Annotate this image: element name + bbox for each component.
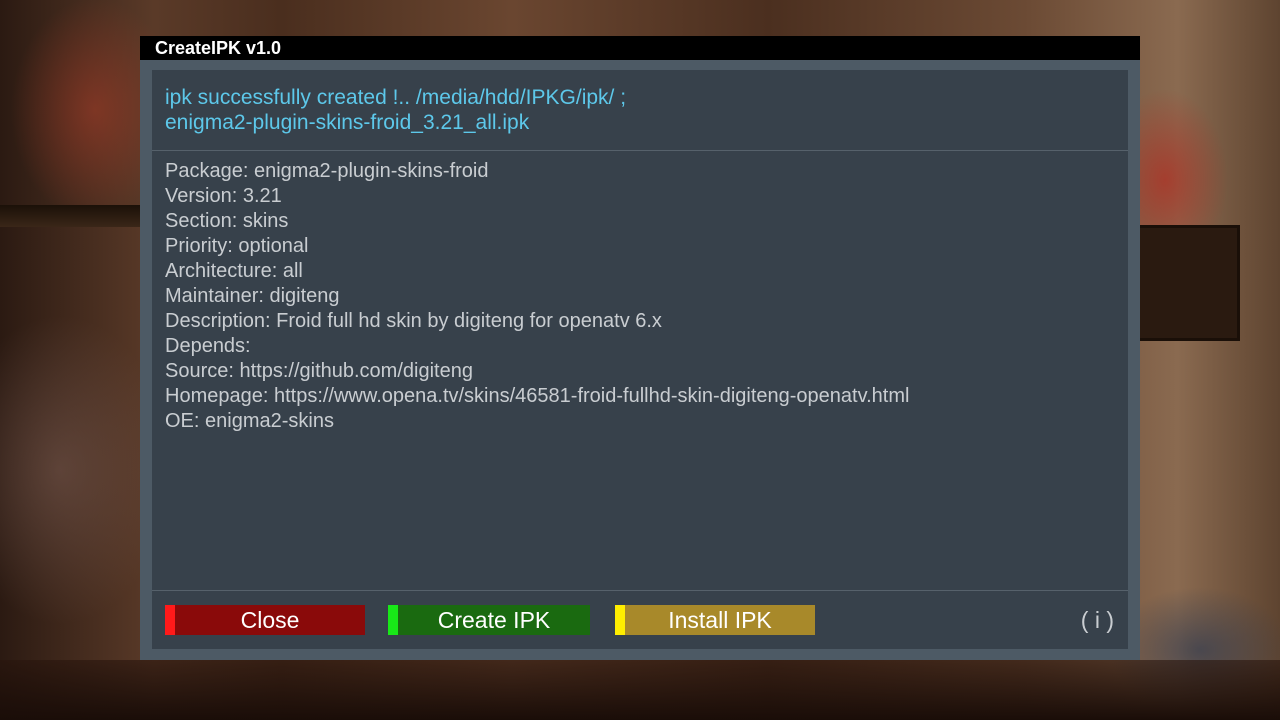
- install-ipk-button-label: Install IPK: [668, 607, 772, 633]
- createipk-window: CreateIPK v1.0 ipk successfully created …: [140, 36, 1140, 660]
- content-panel: ipk successfully created !.. /media/hdd/…: [152, 70, 1128, 649]
- status-message: ipk successfully created !.. /media/hdd/…: [165, 85, 1105, 135]
- green-key-indicator: [388, 605, 398, 635]
- create-ipk-button[interactable]: Create IPK: [388, 605, 590, 635]
- close-button-label: Close: [240, 607, 300, 633]
- info-architecture: Architecture: all: [165, 260, 303, 282]
- background-floor: [0, 660, 1280, 720]
- info-oe: OE: enigma2-skins: [165, 410, 334, 432]
- package-info-list: Package: enigma2-plugin-skins-froid Vers…: [165, 159, 1115, 434]
- background-box: [1124, 225, 1240, 341]
- divider-bottom: [152, 590, 1128, 591]
- info-source: Source: https://github.com/digiteng: [165, 360, 473, 382]
- status-line-path: ipk successfully created !.. /media/hdd/…: [165, 86, 627, 109]
- title-bar: CreateIPK v1.0: [140, 36, 1140, 60]
- info-version: Version: 3.21: [165, 185, 282, 207]
- info-description: Description: Froid full hd skin by digit…: [165, 310, 662, 332]
- info-homepage: Homepage: https://www.opena.tv/skins/465…: [165, 385, 910, 407]
- window-title: CreateIPK v1.0: [155, 38, 282, 58]
- info-section: Section: skins: [165, 210, 289, 232]
- window-frame: ipk successfully created !.. /media/hdd/…: [140, 60, 1140, 660]
- info-button[interactable]: ( i ): [1081, 605, 1114, 635]
- info-maintainer: Maintainer: digiteng: [165, 285, 340, 307]
- red-key-indicator: [165, 605, 175, 635]
- status-line-filename: enigma2-plugin-skins-froid_3.21_all.ipk: [165, 111, 530, 134]
- info-depends: Depends:: [165, 335, 251, 357]
- install-ipk-button[interactable]: Install IPK: [615, 605, 815, 635]
- create-ipk-button-label: Create IPK: [437, 607, 551, 633]
- info-package: Package: enigma2-plugin-skins-froid: [165, 160, 489, 182]
- close-button[interactable]: Close: [165, 605, 365, 635]
- yellow-key-indicator: [615, 605, 625, 635]
- info-priority: Priority: optional: [165, 235, 309, 257]
- background-shelf: [0, 205, 140, 227]
- divider-top: [152, 150, 1128, 151]
